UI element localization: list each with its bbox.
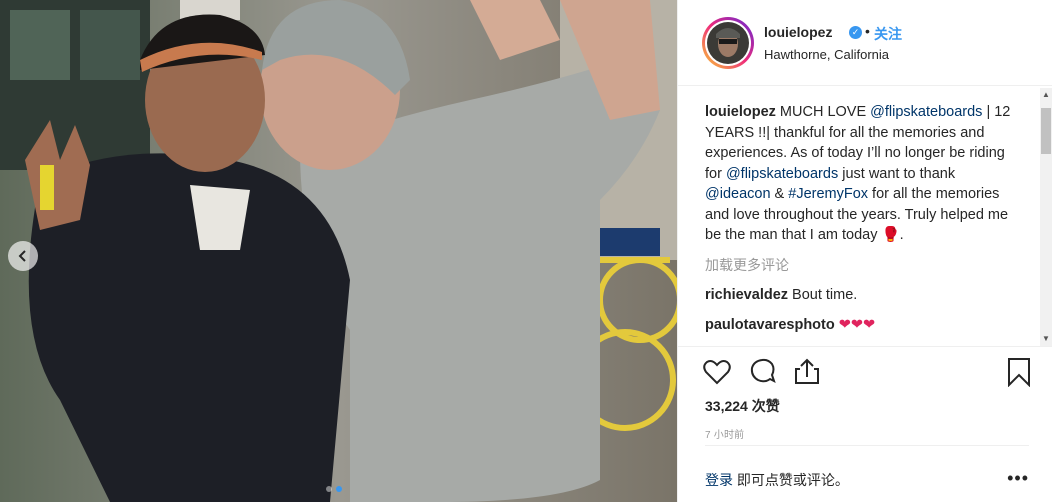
comment-text: ❤❤❤ <box>838 316 876 333</box>
location-link[interactable]: Hawthorne, California <box>764 47 889 62</box>
share-button[interactable] <box>792 357 822 387</box>
carousel-indicator <box>326 486 342 492</box>
carousel-dot <box>326 486 332 492</box>
comment-username[interactable]: paulotavaresphoto <box>705 317 835 333</box>
caption-text: MUCH LOVE <box>775 104 871 120</box>
comments-section: louielopez MUCH LOVE @flipskateboards | … <box>705 102 1023 346</box>
header-separator: • <box>865 23 870 39</box>
caption-text: . <box>899 227 904 243</box>
chevron-left-icon <box>18 250 26 262</box>
avatar[interactable] <box>702 17 754 69</box>
hashtag-link[interactable]: #JeremyFox <box>788 186 868 202</box>
carousel-prev-button[interactable] <box>8 241 38 271</box>
post-detail-panel: louielopez ✓ • 关注 Hawthorne, California … <box>677 0 1052 502</box>
comment-text: Bout time. <box>792 286 858 303</box>
caption-username[interactable]: louielopez <box>705 104 776 120</box>
post-photo[interactable] <box>0 0 677 502</box>
post-timestamp[interactable]: 7 小时前 <box>705 426 744 441</box>
bookmark-icon <box>1008 358 1030 388</box>
follow-button[interactable]: 关注 <box>874 24 902 44</box>
comment-footer: 登录 即可点赞或评论。 ••• <box>705 445 1029 503</box>
verified-icon: ✓ <box>849 26 862 39</box>
caption-text: just want to thank <box>838 165 956 182</box>
bookmark-button[interactable] <box>1004 357 1034 388</box>
comment-username[interactable]: richievaldez <box>705 287 788 303</box>
heart-icon <box>703 360 731 385</box>
like-button[interactable] <box>702 357 732 387</box>
like-count[interactable]: 33,224 次赞 <box>705 396 780 416</box>
scroll-down-icon[interactable]: ▼ <box>1040 332 1052 346</box>
caption-text: & <box>770 186 789 202</box>
mention-link[interactable]: @ideacon <box>705 186 771 202</box>
post-header: louielopez ✓ • 关注 Hawthorne, California <box>678 0 1052 86</box>
header-username[interactable]: louielopez <box>764 24 832 40</box>
comment-icon <box>750 358 776 383</box>
action-bar <box>678 346 1052 396</box>
boxing-glove-emoji: 🥊 <box>881 227 900 243</box>
scroll-up-icon[interactable]: ▲ <box>1040 88 1052 102</box>
carousel-dot-active <box>336 486 342 492</box>
comments-scrollbar[interactable]: ▲ ▼ <box>1040 88 1052 346</box>
photo-illustration <box>0 0 677 502</box>
login-prompt-text: 即可点赞或评论。 <box>733 472 849 488</box>
more-options-button[interactable]: ••• <box>1007 468 1029 489</box>
login-link[interactable]: 登录 <box>705 472 733 488</box>
mention-link[interactable]: @flipskateboards <box>726 166 838 182</box>
caption: louielopez MUCH LOVE @flipskateboards | … <box>705 102 1023 246</box>
list-item: richievaldez Bout time. <box>705 285 1023 305</box>
comment-button[interactable] <box>748 357 778 387</box>
load-more-comments-button[interactable]: 加载更多评论 <box>705 255 1023 275</box>
list-item: paulotavaresphoto ❤❤❤ <box>705 315 1023 335</box>
share-icon <box>795 358 819 384</box>
mention-link[interactable]: @flipskateboards <box>870 104 982 120</box>
login-prompt: 登录 即可点赞或评论。 <box>705 470 849 490</box>
scrollbar-thumb[interactable] <box>1041 108 1051 154</box>
